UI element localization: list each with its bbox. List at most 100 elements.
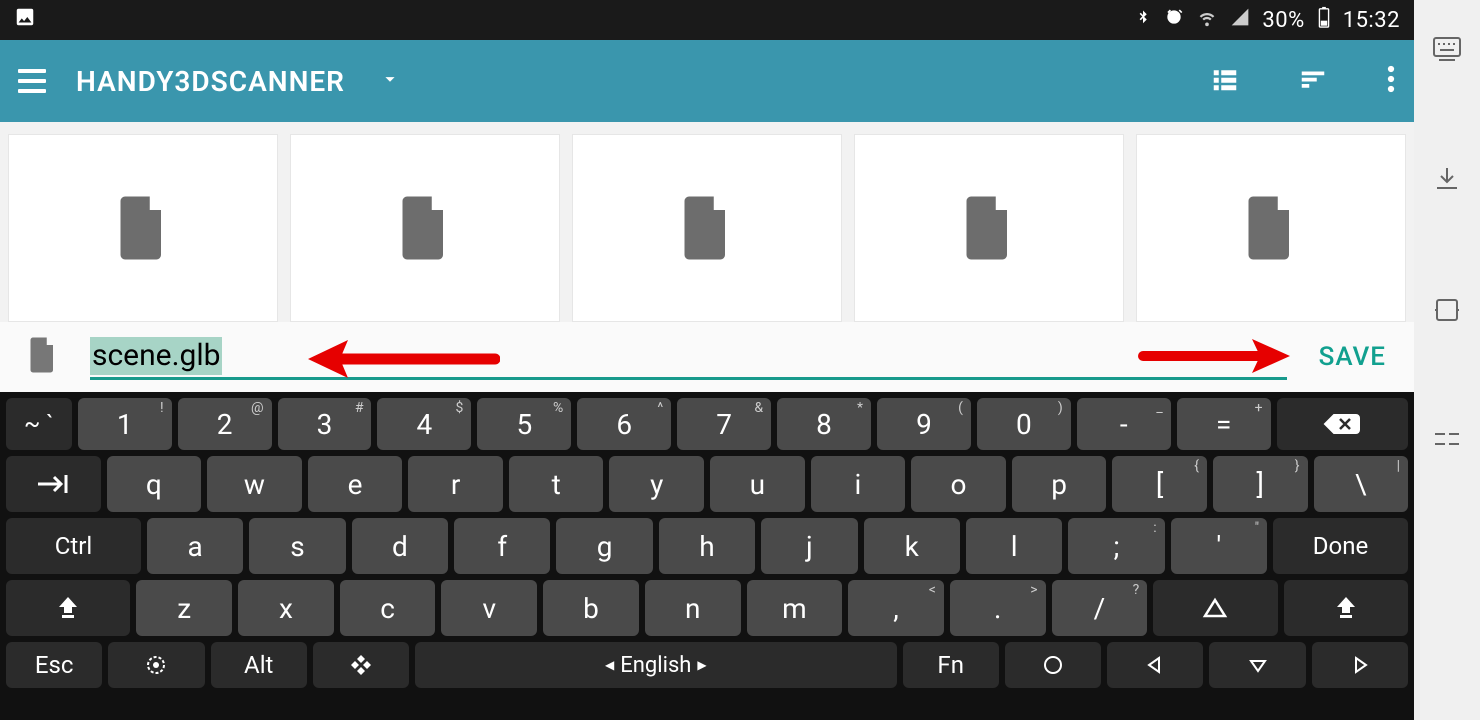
key-;[interactable]: ;: — [1068, 518, 1164, 574]
key-Esc[interactable]: Esc — [6, 642, 102, 688]
soft-key-panel — [1414, 0, 1480, 720]
key-r[interactable]: r — [408, 456, 503, 512]
key-w[interactable]: w — [207, 456, 302, 512]
key-Ctrl[interactable]: Ctrl — [6, 518, 141, 574]
key-u[interactable]: u — [710, 456, 805, 512]
key-a[interactable]: a — [147, 518, 243, 574]
key-dark[interactable] — [1277, 398, 1408, 450]
app-bar: HANDY3DSCANNER — [0, 40, 1414, 122]
key-l[interactable]: l — [966, 518, 1062, 574]
key-Fn[interactable]: Fn — [903, 642, 999, 688]
key-j[interactable]: j — [761, 518, 857, 574]
key-d[interactable]: d — [352, 518, 448, 574]
key-5[interactable]: 5% — [477, 398, 571, 450]
key-1[interactable]: 1! — [78, 398, 172, 450]
key-dark[interactable] — [313, 642, 409, 688]
rotate-icon[interactable] — [1433, 296, 1461, 328]
document-icon — [1244, 196, 1298, 260]
key-3[interactable]: 3# — [278, 398, 372, 450]
arrow-down-in-icon[interactable] — [1434, 166, 1460, 196]
more-vert-icon[interactable] — [1386, 64, 1396, 98]
key-dark[interactable] — [1153, 580, 1277, 636]
document-icon — [116, 196, 170, 260]
key-m[interactable]: m — [747, 580, 843, 636]
key-n[interactable]: n — [645, 580, 741, 636]
key-q[interactable]: q — [107, 456, 202, 512]
key-\[interactable]: \| — [1314, 456, 1409, 512]
filename-input-wrap[interactable]: scene.glb — [90, 334, 1287, 380]
key-t[interactable]: t — [509, 456, 604, 512]
key-o[interactable]: o — [911, 456, 1006, 512]
filename-input[interactable]: scene.glb — [90, 337, 222, 375]
key-7[interactable]: 7& — [677, 398, 771, 450]
key-6[interactable]: 6^ — [577, 398, 671, 450]
signal-icon — [1230, 7, 1250, 33]
file-tile[interactable] — [572, 134, 842, 322]
key-g[interactable]: g — [556, 518, 652, 574]
annotation-arrow-right — [1138, 334, 1298, 382]
view-list-icon[interactable] — [1210, 64, 1240, 98]
bluetooth-icon — [1134, 8, 1152, 33]
key-dark nav[interactable] — [1107, 642, 1203, 688]
filename-row: scene.glb SAVE — [0, 322, 1414, 392]
key-=[interactable]: =+ — [1177, 398, 1271, 450]
key-~ `[interactable]: ~ ` — [6, 398, 72, 450]
file-grid — [0, 122, 1414, 322]
clock-time: 15:32 — [1343, 8, 1400, 33]
key-.[interactable]: .> — [950, 580, 1046, 636]
key-dark[interactable] — [6, 456, 101, 512]
app-title[interactable]: HANDY3DSCANNER — [76, 65, 345, 98]
file-tile[interactable] — [854, 134, 1124, 322]
key-c[interactable]: c — [340, 580, 436, 636]
key-dark space[interactable]: ◀ English ▶ — [415, 642, 896, 688]
sort-icon[interactable] — [1298, 64, 1328, 98]
key-dark nav[interactable] — [1005, 642, 1101, 688]
save-button[interactable]: SAVE — [1319, 342, 1386, 372]
key-dark[interactable] — [6, 580, 130, 636]
key-[[interactable]: [{ — [1112, 456, 1207, 512]
file-tile[interactable] — [290, 134, 560, 322]
split-icon[interactable] — [1433, 428, 1461, 454]
key-4[interactable]: 4$ — [377, 398, 471, 450]
key-z[interactable]: z — [136, 580, 232, 636]
file-tile[interactable] — [8, 134, 278, 322]
key-,[interactable]: ,< — [848, 580, 944, 636]
chevron-down-icon[interactable] — [379, 68, 401, 94]
key--[interactable]: -_ — [1077, 398, 1171, 450]
key-dark[interactable] — [108, 642, 204, 688]
key-e[interactable]: e — [308, 456, 403, 512]
key-b[interactable]: b — [543, 580, 639, 636]
key-v[interactable]: v — [441, 580, 537, 636]
file-tile[interactable] — [1136, 134, 1406, 322]
key-s[interactable]: s — [249, 518, 345, 574]
key-i[interactable]: i — [811, 456, 906, 512]
key-p[interactable]: p — [1012, 456, 1107, 512]
key-y[interactable]: y — [609, 456, 704, 512]
key-8[interactable]: 8* — [777, 398, 871, 450]
key-0[interactable]: 0) — [977, 398, 1071, 450]
key-9[interactable]: 9( — [877, 398, 971, 450]
key-][interactable]: ]} — [1213, 456, 1308, 512]
document-icon — [398, 196, 452, 260]
document-icon — [962, 196, 1016, 260]
key-h[interactable]: h — [659, 518, 755, 574]
key-/[interactable]: /? — [1052, 580, 1148, 636]
virtual-keyboard: ~ `1!2@3#4$5%6^7&8*9(0)-_=+ qwertyuiop[{… — [0, 392, 1414, 720]
key-dark[interactable] — [1284, 580, 1408, 636]
key-f[interactable]: f — [454, 518, 550, 574]
document-icon — [28, 337, 58, 377]
key-k[interactable]: k — [864, 518, 960, 574]
keyboard-toggle-icon[interactable] — [1432, 36, 1462, 66]
key-'[interactable]: '" — [1171, 518, 1267, 574]
key-Alt[interactable]: Alt — [211, 642, 307, 688]
alarm-icon — [1164, 7, 1184, 33]
key-dark nav[interactable] — [1209, 642, 1305, 688]
key-x[interactable]: x — [238, 580, 334, 636]
annotation-arrow-left — [300, 334, 500, 388]
battery-icon — [1317, 6, 1331, 34]
menu-hamburger-icon[interactable] — [18, 69, 46, 93]
wifi-icon — [1196, 6, 1218, 34]
key-dark nav[interactable] — [1312, 642, 1408, 688]
key-Done[interactable]: Done — [1273, 518, 1408, 574]
key-2[interactable]: 2@ — [178, 398, 272, 450]
